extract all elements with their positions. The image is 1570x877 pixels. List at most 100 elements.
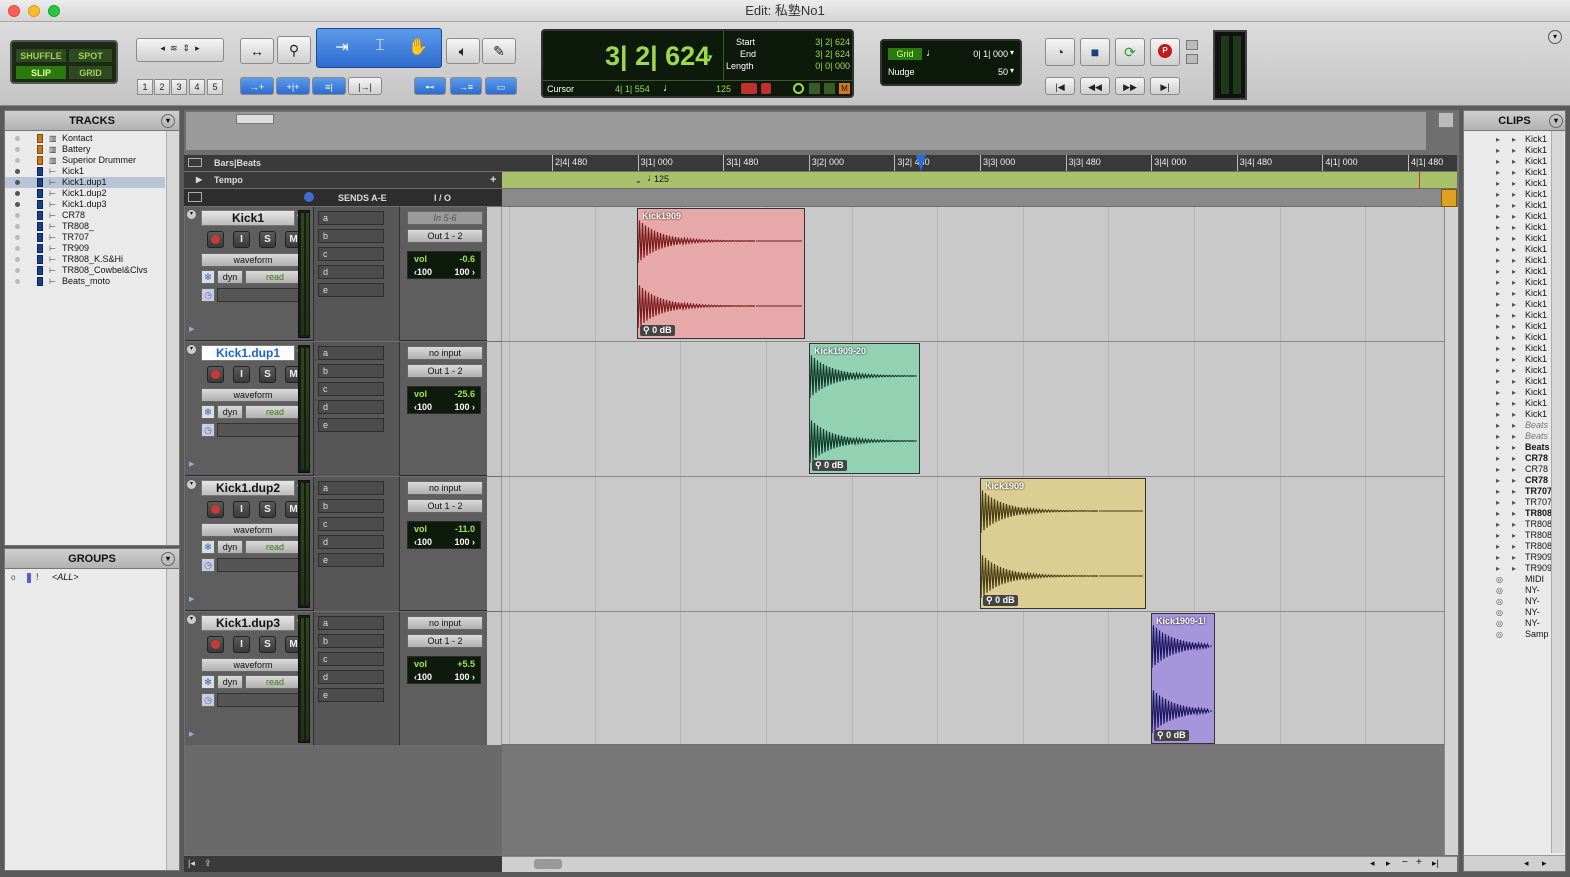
- snowflake-icon[interactable]: ✻: [201, 405, 215, 419]
- clip-expand-icon[interactable]: ▸: [1496, 409, 1500, 420]
- input-monitor-button[interactable]: I: [233, 231, 250, 248]
- clip-list-item[interactable]: ▸ ▸ Kick1: [1464, 288, 1564, 299]
- clip-expand-icon[interactable]: ▸: [1512, 189, 1516, 200]
- track-visible-dot[interactable]: [15, 180, 20, 185]
- clip-group-icon[interactable]: ◎: [1496, 629, 1503, 640]
- track-list-item[interactable]: ▥ Kontact: [5, 133, 165, 144]
- clip-list-item[interactable]: ◎ NY-: [1464, 585, 1564, 596]
- clip-expand-icon[interactable]: ▸: [1496, 541, 1500, 552]
- send-slot-c[interactable]: c: [318, 517, 384, 531]
- column-view-icon[interactable]: [188, 192, 202, 202]
- send-slot-d[interactable]: d: [318, 670, 384, 684]
- clip-list-item[interactable]: ▸ ▸ Kick1: [1464, 244, 1564, 255]
- dyn-button[interactable]: dyn: [217, 540, 243, 554]
- timeline-horizontal-scrollbar[interactable]: ◂ ▸ − + ▸|: [502, 856, 1457, 872]
- timebase-icon[interactable]: ◷: [201, 423, 215, 437]
- clips-menu-icon[interactable]: ▾: [1549, 114, 1563, 128]
- midi-merge-icon[interactable]: [741, 83, 757, 94]
- clip-list-item[interactable]: ▸ ▸ TR808: [1464, 541, 1564, 552]
- volume-value[interactable]: -0.6: [459, 254, 475, 264]
- volume-pan-display[interactable]: vol +5.5 ‹100 100 ›: [407, 656, 481, 684]
- clips-scroll-left-icon[interactable]: ◂: [1524, 858, 1529, 869]
- grid-mode-button[interactable]: GRID: [68, 65, 113, 80]
- zoom-window-button[interactable]: [48, 5, 60, 17]
- track-visible-dot[interactable]: [15, 147, 20, 152]
- groups-scrollbar[interactable]: [166, 569, 179, 870]
- nudge-dropdown-icon[interactable]: ▾: [1010, 66, 1014, 75]
- clip-expand-icon[interactable]: ▸: [1496, 255, 1500, 266]
- spot-mode-button[interactable]: SPOT: [68, 48, 113, 63]
- track-list-item[interactable]: ⊢ Kick1.dup3: [5, 199, 165, 210]
- scroll-left-icon[interactable]: ◂: [1370, 858, 1375, 869]
- clips-scroll-right-icon[interactable]: ▸: [1542, 858, 1547, 869]
- pan-left-value[interactable]: ‹100: [414, 672, 432, 682]
- record-button[interactable]: P: [1150, 38, 1180, 66]
- clip-expand-icon[interactable]: ▸: [1512, 409, 1516, 420]
- clip-expand-icon[interactable]: ▸: [1512, 167, 1516, 178]
- clip-list-item[interactable]: ◎ NY-: [1464, 596, 1564, 607]
- clip-list-item[interactable]: ▸ ▸ Beats: [1464, 442, 1564, 453]
- clip-expand-icon[interactable]: ▸: [1512, 475, 1516, 486]
- input-selector[interactable]: In 5-6: [407, 211, 483, 225]
- clip-expand-icon[interactable]: ▸: [1496, 200, 1500, 211]
- record-enable-button[interactable]: [207, 366, 224, 383]
- zoom-preset-1[interactable]: 1: [137, 79, 153, 95]
- clip-expand-icon[interactable]: ▸: [1496, 387, 1500, 398]
- track-list-item[interactable]: ⊢ TR808_Cowbel&Clvs: [5, 265, 165, 276]
- solo-button[interactable]: S: [259, 636, 276, 653]
- clip-expand-icon[interactable]: ▸: [1496, 332, 1500, 343]
- clip-expand-icon[interactable]: ▸: [1512, 365, 1516, 376]
- pan-right-value[interactable]: 100 ›: [454, 267, 475, 277]
- clip-expand-icon[interactable]: ▸: [1512, 464, 1516, 475]
- track-visible-dot[interactable]: [15, 136, 20, 141]
- close-window-button[interactable]: [8, 5, 20, 17]
- start-value[interactable]: 3| 2| 624: [805, 37, 850, 47]
- clip-expand-icon[interactable]: ▸: [1512, 222, 1516, 233]
- mirror-midi-button[interactable]: +|+: [276, 77, 310, 95]
- trim-tool-button[interactable]: ⇥: [325, 37, 359, 61]
- send-slot-e[interactable]: e: [318, 418, 384, 432]
- clip-expand-icon[interactable]: ▸: [1496, 299, 1500, 310]
- vertical-zoom-icon[interactable]: ⇕: [183, 43, 191, 53]
- snowflake-icon[interactable]: ✻: [201, 270, 215, 284]
- track-visible-dot[interactable]: [15, 202, 20, 207]
- clip-expand-icon[interactable]: ▸: [1512, 321, 1516, 332]
- clip-expand-icon[interactable]: ▸: [1496, 354, 1500, 365]
- minimize-window-button[interactable]: [28, 5, 40, 17]
- tracks-scrollbar[interactable]: [166, 131, 179, 545]
- return-to-zero-button[interactable]: |◀: [1045, 77, 1075, 95]
- dyn-button[interactable]: dyn: [217, 675, 243, 689]
- solo-button[interactable]: S: [259, 231, 276, 248]
- clip-list-item[interactable]: ▸ ▸ Kick1: [1464, 387, 1564, 398]
- send-slot-e[interactable]: e: [318, 688, 384, 702]
- clip-expand-icon[interactable]: ▸: [1512, 156, 1516, 167]
- clip-expand-icon[interactable]: ▸: [1512, 420, 1516, 431]
- grid-label[interactable]: Grid: [888, 48, 922, 60]
- track-expand-icon[interactable]: ▶: [189, 730, 194, 738]
- clip-expand-icon[interactable]: ▸: [1496, 453, 1500, 464]
- send-slot-b[interactable]: b: [318, 634, 384, 648]
- go-to-end-button[interactable]: ▶|: [1150, 77, 1180, 95]
- output-selector[interactable]: Out 1 - 2: [407, 634, 483, 648]
- end-value[interactable]: 3| 2| 624: [805, 49, 850, 59]
- track-list-item[interactable]: ⊢ CR78: [5, 210, 165, 221]
- clip-expand-icon[interactable]: ▸: [1496, 486, 1500, 497]
- send-slot-d[interactable]: d: [318, 535, 384, 549]
- nudge-value[interactable]: 50: [982, 67, 1008, 77]
- clip-list-item[interactable]: ▸ ▸ Kick1: [1464, 376, 1564, 387]
- track-collapse-icon[interactable]: ▾: [187, 210, 196, 219]
- clip-list-item[interactable]: ▸ ▸ Beats: [1464, 431, 1564, 442]
- clip-list-item[interactable]: ▸ ▸ Beats: [1464, 420, 1564, 431]
- pencil-tool-button[interactable]: ✎: [482, 38, 516, 64]
- clip-expand-icon[interactable]: ▸: [1496, 244, 1500, 255]
- tracks-menu-icon[interactable]: ▾: [161, 114, 175, 128]
- track-list-item[interactable]: ⊢ Kick1: [5, 166, 165, 177]
- clip-group-icon[interactable]: ◎: [1496, 607, 1503, 618]
- clip-list-item[interactable]: ▸ ▸ Kick1: [1464, 266, 1564, 277]
- timebase-icon[interactable]: ◷: [201, 693, 215, 707]
- rewind-button[interactable]: ◀◀: [1080, 77, 1110, 95]
- clip-expand-icon[interactable]: ▸: [1496, 233, 1500, 244]
- shuffle-mode-button[interactable]: SHUFFLE: [15, 48, 67, 63]
- clip-expand-icon[interactable]: ▸: [1496, 321, 1500, 332]
- toolbar-menu-icon[interactable]: ▾: [1548, 30, 1562, 44]
